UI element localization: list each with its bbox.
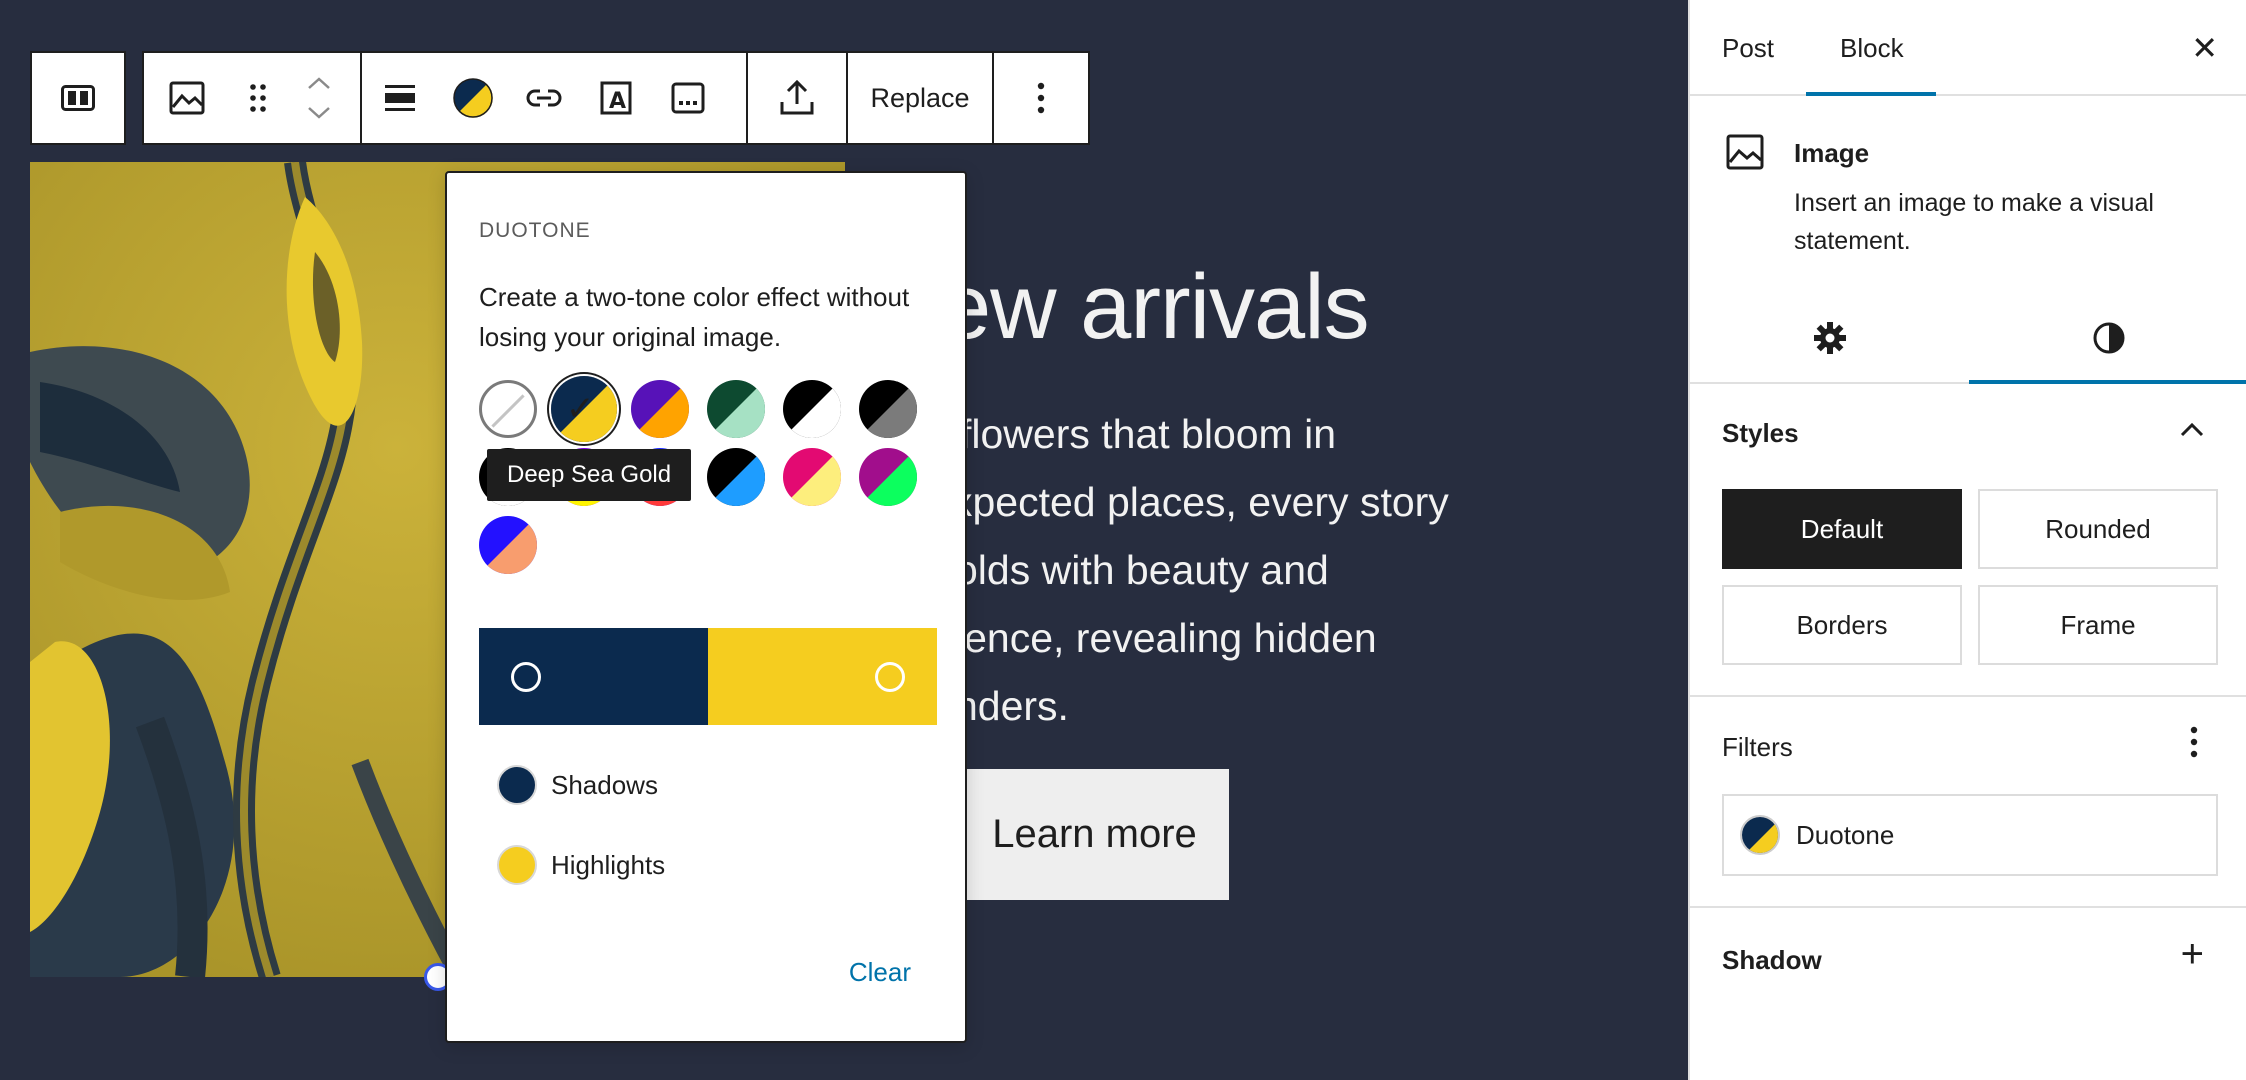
link-icon — [525, 87, 563, 109]
replace-button[interactable]: Replace — [848, 53, 992, 143]
hero-line: xpected places, every story — [952, 479, 1449, 525]
move-up-icon[interactable] — [307, 76, 331, 90]
toolbar-upload-group — [746, 51, 848, 145]
add-shadow-icon[interactable]: + — [2181, 934, 2204, 974]
duotone-swatch[interactable] — [783, 380, 841, 438]
filters-panel-title: Filters — [1722, 732, 1793, 762]
hero-heading[interactable]: ew arrivals — [940, 255, 1370, 360]
hero-line: olds with beauty and — [955, 547, 1329, 593]
more-vertical-icon — [2190, 726, 2198, 765]
style-borders-button[interactable]: Borders — [1722, 585, 1962, 665]
style-rounded-button[interactable]: Rounded — [1978, 489, 2218, 569]
align-button[interactable] — [362, 53, 438, 143]
tab-post[interactable]: Post — [1722, 0, 1774, 96]
image-icon — [1726, 134, 1764, 175]
duotone-toolbar-button[interactable] — [438, 53, 508, 143]
settings-sidebar: Post Block ✕ Image Insert an image to ma… — [1688, 0, 2246, 1080]
shadow-knob[interactable] — [511, 662, 541, 692]
contrast-icon — [2092, 321, 2126, 360]
duotone-swatch[interactable] — [479, 516, 537, 574]
inspector-tabs — [1690, 296, 2246, 384]
duotone-swatch[interactable]: ✓ — [551, 376, 617, 442]
link-button[interactable] — [508, 53, 580, 143]
shadows-color-dot[interactable] — [497, 765, 537, 805]
caption-icon — [671, 82, 705, 114]
styles-panel-title[interactable]: Styles — [1722, 418, 1799, 449]
select-parent-button[interactable] — [32, 53, 124, 143]
duotone-swatch[interactable] — [631, 380, 689, 438]
check-icon: ✓ — [566, 390, 595, 428]
duotone-swatch-icon — [1740, 815, 1780, 855]
text-overlay-button[interactable]: A — [580, 53, 652, 143]
duotone-filter-item[interactable]: Duotone — [1722, 794, 2218, 876]
duotone-description: Create a two-tone color effect without l… — [479, 282, 910, 352]
highlight-color-stop[interactable] — [708, 628, 937, 725]
duotone-swatch[interactable] — [783, 448, 841, 506]
block-type-button[interactable] — [144, 53, 230, 143]
duotone-swatch[interactable] — [707, 380, 765, 438]
hero-line: nders. — [955, 683, 1069, 729]
block-card-description: Insert an image to make a visual stateme… — [1794, 189, 2154, 255]
highlights-color-dot[interactable] — [497, 845, 537, 885]
toolbar-options-group — [992, 51, 1090, 145]
highlight-knob[interactable] — [875, 662, 905, 692]
image-icon — [169, 81, 205, 115]
duotone-swatch-none[interactable] — [479, 380, 537, 438]
tab-styles[interactable] — [1969, 296, 2246, 384]
toolbar-replace-group: Replace — [846, 51, 994, 145]
duotone-heading: DUOTONE — [479, 219, 591, 242]
chevron-up-icon[interactable] — [2180, 412, 2204, 446]
highlights-row[interactable]: Highlights — [497, 845, 665, 885]
shadows-row[interactable]: Shadows — [497, 765, 658, 805]
svg-text:A: A — [609, 89, 626, 114]
duotone-popover: DUOTONE Create a two-tone color effect w… — [445, 171, 967, 1043]
caption-button[interactable] — [652, 53, 724, 143]
more-options-button[interactable] — [994, 53, 1088, 143]
duotone-filter-label: Duotone — [1796, 819, 1895, 850]
move-down-icon[interactable] — [307, 106, 331, 120]
panel-divider — [1690, 695, 2246, 697]
active-tab-indicator — [1806, 92, 1936, 96]
move-buttons — [286, 53, 352, 143]
highlights-label: Highlights — [551, 849, 666, 880]
clear-button[interactable]: Clear — [849, 957, 911, 988]
style-frame-button[interactable]: Frame — [1978, 585, 2218, 665]
hero-line: ience, revealing hidden — [955, 615, 1377, 661]
learn-more-button[interactable]: Learn more — [940, 769, 1229, 900]
block-card-title: Image — [1794, 138, 1870, 168]
upload-icon — [779, 80, 815, 116]
shadow-panel-title[interactable]: Shadow — [1722, 945, 1822, 976]
toolbar-block-group — [142, 51, 362, 145]
hero-paragraph[interactable]: flowers that bloom in xpected places, ev… — [952, 400, 1580, 740]
duotone-icon — [452, 77, 494, 119]
active-inspector-tab-indicator — [1969, 380, 2246, 384]
drag-handle[interactable] — [230, 53, 286, 143]
swatch-tooltip: Deep Sea Gold — [487, 449, 692, 501]
gear-icon — [1813, 321, 1847, 360]
editor-canvas: A Replace ew arrivals flowers that bloom… — [0, 0, 1686, 1080]
text-over-image-icon: A — [599, 80, 633, 116]
tab-block[interactable]: Block — [1840, 0, 1904, 96]
shadow-color-stop[interactable] — [479, 628, 708, 725]
columns-icon — [61, 85, 95, 111]
panel-divider — [1690, 906, 2246, 908]
drag-handle-icon — [249, 83, 267, 113]
style-default-button[interactable]: Default — [1722, 489, 1962, 569]
duotone-swatch[interactable] — [707, 448, 765, 506]
duotone-preview-bar — [479, 628, 937, 725]
hero-line: flowers that bloom in — [960, 411, 1337, 457]
close-icon[interactable]: ✕ — [2191, 32, 2218, 64]
toolbar-parent-group — [30, 51, 126, 145]
toolbar-format-group: A — [360, 51, 748, 145]
align-center-icon — [384, 84, 416, 112]
tab-settings[interactable] — [1690, 296, 1969, 384]
more-vertical-icon — [1037, 82, 1045, 114]
filters-options-button[interactable] — [2190, 726, 2198, 766]
shadows-label: Shadows — [551, 769, 658, 800]
upload-button[interactable] — [748, 53, 846, 143]
duotone-swatch[interactable] — [859, 380, 917, 438]
duotone-swatch[interactable] — [859, 448, 917, 506]
sidebar-tabs: Post Block ✕ — [1690, 0, 2246, 96]
